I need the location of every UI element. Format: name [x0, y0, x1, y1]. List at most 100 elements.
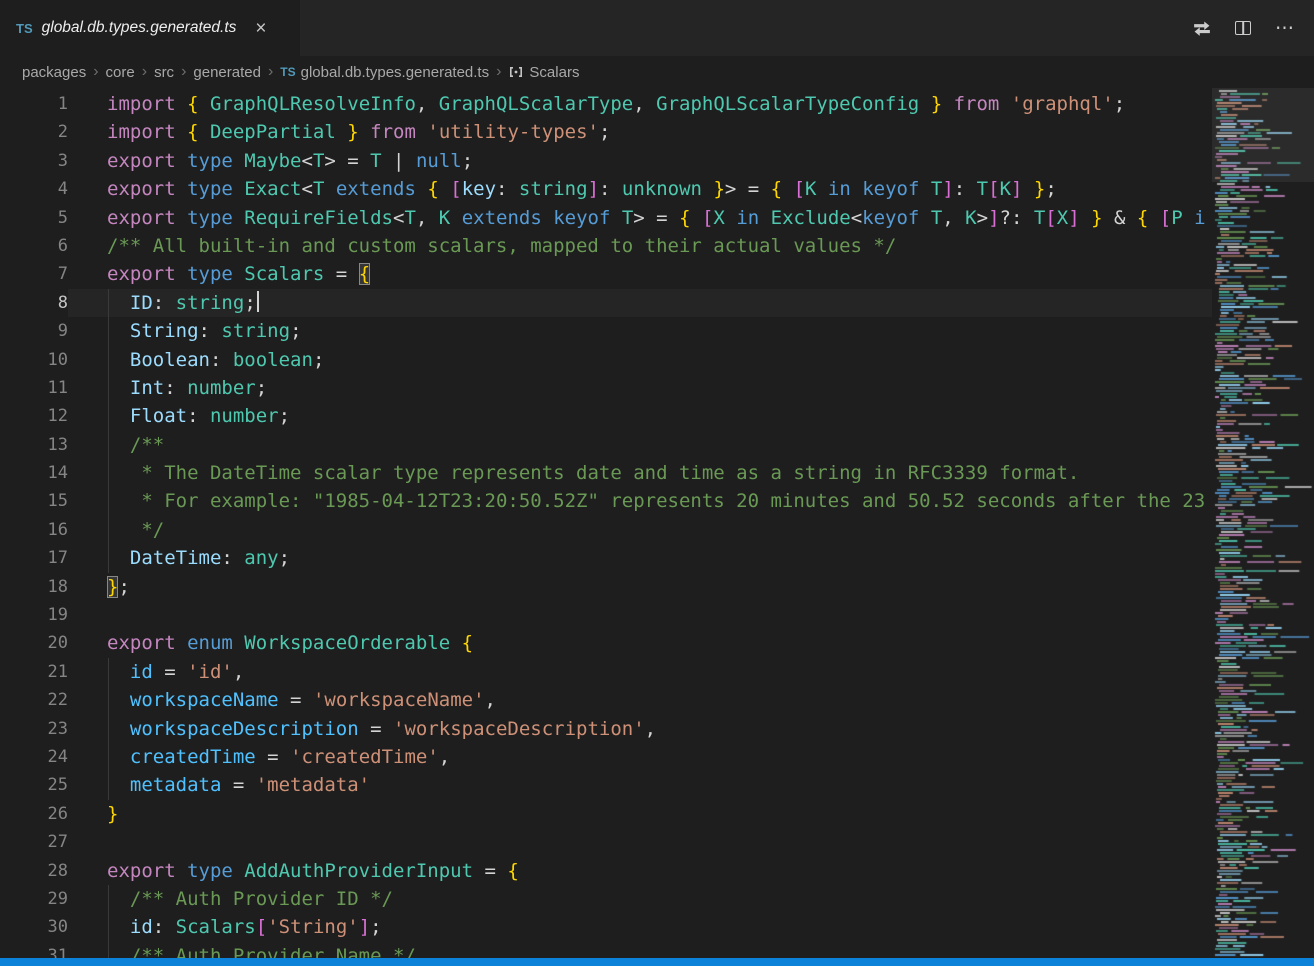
code-line-8[interactable]: 8 ID: string; [0, 289, 1212, 317]
code-line-16[interactable]: 16 */ [0, 516, 1212, 544]
token: P [1171, 207, 1182, 229]
code-line-21[interactable]: 21 id = 'id', [0, 658, 1212, 686]
breadcrumb-item-packages[interactable]: packages [22, 64, 86, 81]
code-line-25[interactable]: 25 metadata = 'metadata' [0, 771, 1212, 799]
line-number[interactable]: 28 [0, 857, 68, 885]
code-line-28[interactable]: 28export type AddAuthProviderInput = { [0, 857, 1212, 885]
line-number[interactable]: 12 [0, 402, 68, 430]
line-number[interactable]: 6 [0, 232, 68, 260]
line-number[interactable]: 31 [0, 942, 68, 958]
minimap[interactable] [1212, 88, 1314, 958]
token: : [496, 178, 519, 200]
token [107, 462, 130, 484]
token: extends keyof [450, 207, 622, 229]
code-line-18[interactable]: 18}; [0, 573, 1212, 601]
token: T [622, 207, 633, 229]
line-number[interactable]: 29 [0, 885, 68, 913]
code-line-12[interactable]: 12 Float: number; [0, 402, 1212, 430]
line-number[interactable]: 8 [0, 289, 68, 317]
token: ; [118, 576, 129, 598]
breadcrumb-item-core[interactable]: core [106, 64, 135, 81]
line-number[interactable]: 7 [0, 260, 68, 288]
code-line-27[interactable]: 27 [0, 828, 1212, 856]
line-number[interactable]: 27 [0, 828, 68, 856]
code-line-1[interactable]: 1import { GraphQLResolveInfo, GraphQLSca… [0, 90, 1212, 118]
breadcrumb-item-src[interactable]: src [154, 64, 174, 81]
token: null [416, 150, 462, 172]
line-number[interactable]: 5 [0, 204, 68, 232]
token: < [393, 207, 404, 229]
line-number[interactable]: 16 [0, 516, 68, 544]
line-number[interactable]: 4 [0, 175, 68, 203]
code-line-17[interactable]: 17 DateTime: any; [0, 544, 1212, 572]
code-line-24[interactable]: 24 createdTime = 'createdTime', [0, 743, 1212, 771]
code-line-9[interactable]: 9 String: string; [0, 317, 1212, 345]
code-line-29[interactable]: 29 /** Auth Provider ID */ [0, 885, 1212, 913]
code-line-22[interactable]: 22 workspaceName = 'workspaceName', [0, 686, 1212, 714]
code-line-13[interactable]: 13 /** [0, 431, 1212, 459]
line-number[interactable]: 30 [0, 913, 68, 941]
line-number[interactable]: 9 [0, 317, 68, 345]
token: */ [130, 519, 164, 541]
line-number[interactable]: 25 [0, 771, 68, 799]
line-number[interactable]: 17 [0, 544, 68, 572]
line-number[interactable]: 15 [0, 487, 68, 515]
breadcrumb-item-generated[interactable]: generated [193, 64, 261, 81]
line-number[interactable]: 13 [0, 431, 68, 459]
token: 'workspaceName' [313, 689, 485, 711]
split-editor-icon[interactable] [1235, 21, 1251, 35]
token: /** Auth Provider Name */ [130, 945, 416, 958]
line-number[interactable]: 21 [0, 658, 68, 686]
code-line-19[interactable]: 19 [0, 601, 1212, 629]
breadcrumb-separator: › [496, 63, 501, 81]
line-number[interactable]: 24 [0, 743, 68, 771]
minimap-slider[interactable] [1212, 88, 1314, 182]
code-line-2[interactable]: 2import { DeepPartial } from 'utility-ty… [0, 118, 1212, 146]
token: } [1034, 178, 1045, 200]
code-line-7[interactable]: 7export type Scalars = { [0, 260, 1212, 288]
line-number[interactable]: 2 [0, 118, 68, 146]
code-line-26[interactable]: 26} [0, 800, 1212, 828]
token: : [210, 349, 233, 371]
tab-global-db-types-generated-ts[interactable]: TS global.db.types.generated.ts × [0, 0, 300, 56]
line-number[interactable]: 22 [0, 686, 68, 714]
code-line-10[interactable]: 10 Boolean: boolean; [0, 346, 1212, 374]
code-line-23[interactable]: 23 workspaceDescription = 'workspaceDesc… [0, 715, 1212, 743]
code-text: id = 'id', [68, 658, 1212, 686]
code-line-20[interactable]: 20export enum WorkspaceOrderable { [0, 629, 1212, 657]
more-actions-icon[interactable]: ⋯ [1275, 19, 1294, 38]
token: , [942, 207, 965, 229]
code-line-30[interactable]: 30 id: Scalars['String']; [0, 913, 1212, 941]
line-number[interactable]: 14 [0, 459, 68, 487]
code-line-6[interactable]: 6/** All built-in and custom scalars, ma… [0, 232, 1212, 260]
code-line-11[interactable]: 11 Int: number; [0, 374, 1212, 402]
token: : [164, 377, 187, 399]
token [107, 746, 130, 768]
code-line-5[interactable]: 5export type RequireFields<T, K extends … [0, 204, 1212, 232]
token: number [210, 405, 279, 427]
token: export [107, 178, 187, 200]
line-number[interactable]: 26 [0, 800, 68, 828]
breadcrumb-item-global-db-types-generated-ts[interactable]: TSglobal.db.types.generated.ts [280, 64, 489, 81]
code-line-4[interactable]: 4export type Exact<T extends { [key: str… [0, 175, 1212, 203]
code-line-3[interactable]: 3export type Maybe<T> = T | null; [0, 147, 1212, 175]
indent-guide [108, 686, 109, 714]
line-number[interactable]: 20 [0, 629, 68, 657]
line-number[interactable]: 3 [0, 147, 68, 175]
line-number[interactable]: 19 [0, 601, 68, 629]
line-number[interactable]: 10 [0, 346, 68, 374]
code-editor[interactable]: 1import { GraphQLResolveInfo, GraphQLSca… [0, 88, 1314, 958]
line-number[interactable]: 11 [0, 374, 68, 402]
breadcrumb-item-scalars[interactable]: Scalars [508, 64, 579, 81]
line-number[interactable]: 18 [0, 573, 68, 601]
line-number[interactable]: 23 [0, 715, 68, 743]
token [107, 774, 130, 796]
token [107, 490, 130, 512]
code-text: /** Auth Provider ID */ [68, 885, 1212, 913]
code-line-31[interactable]: 31 /** Auth Provider Name */ [0, 942, 1212, 958]
code-line-14[interactable]: 14 * The DateTime scalar type represents… [0, 459, 1212, 487]
code-line-15[interactable]: 15 * For example: "1985-04-12T23:20:50.5… [0, 487, 1212, 515]
line-number[interactable]: 1 [0, 90, 68, 118]
close-tab-icon[interactable]: × [255, 19, 266, 38]
open-changes-icon[interactable] [1193, 19, 1211, 37]
